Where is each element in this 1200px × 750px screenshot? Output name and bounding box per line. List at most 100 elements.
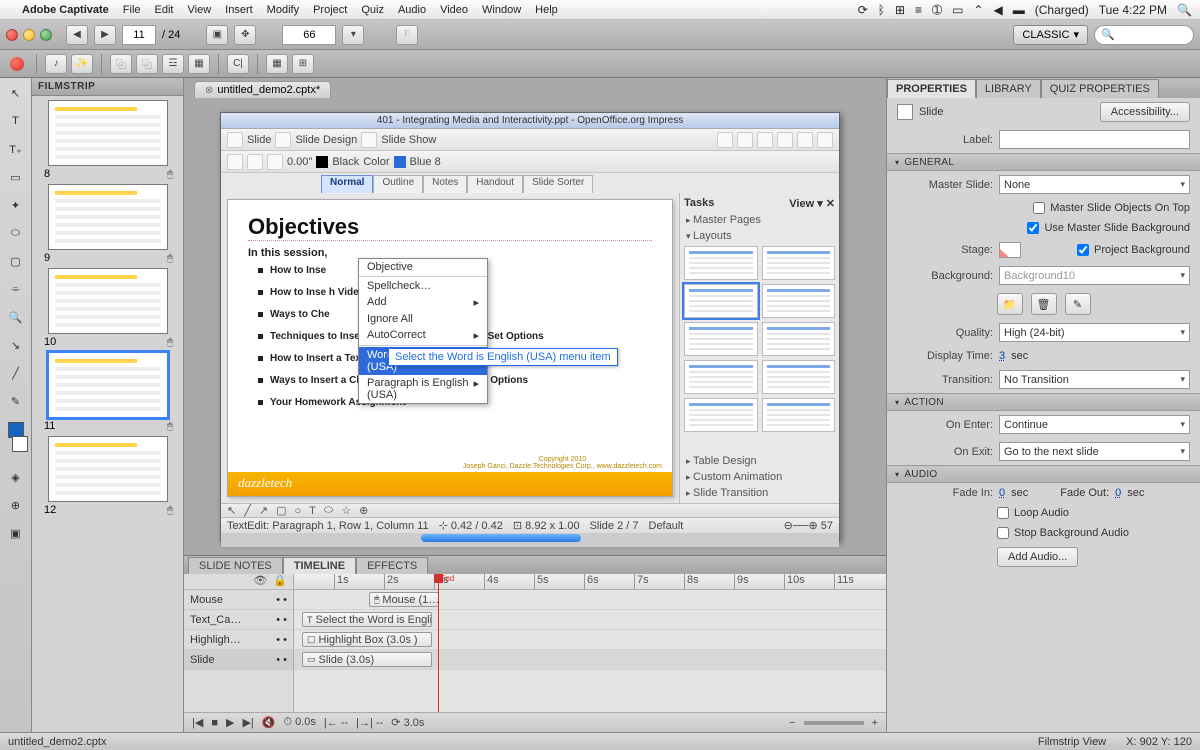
onenter-select[interactable]: Continue — [999, 415, 1190, 434]
impress-color-label[interactable]: Color — [363, 156, 389, 168]
menu-audio[interactable]: Audio — [398, 4, 426, 16]
chk-use-master-bg[interactable]: Use Master Slide Background — [1027, 222, 1190, 234]
section-action[interactable]: ACTION — [887, 393, 1200, 411]
impress-button[interactable] — [275, 132, 291, 148]
battery-icon[interactable]: ▬ — [1013, 3, 1025, 17]
slide-thumb[interactable]: 11🖱 — [36, 352, 179, 432]
ctx-ignore[interactable]: Ignore All — [359, 311, 487, 327]
impress-show-label[interactable]: Slide Show — [381, 134, 436, 146]
slide-thumb[interactable]: 8🖱 — [36, 100, 179, 180]
close-window-button[interactable] — [6, 29, 18, 41]
chk-loop-audio[interactable]: Loop Audio — [997, 507, 1069, 519]
impress-button[interactable] — [227, 154, 243, 170]
impress-button[interactable] — [817, 132, 833, 148]
menu-view[interactable]: View — [188, 4, 212, 16]
clip-textcaption[interactable]: T Select the Word is English … — [302, 612, 432, 627]
impress-hscroll[interactable] — [221, 533, 839, 547]
section-general[interactable]: GENERAL — [887, 153, 1200, 171]
menu-project[interactable]: Project — [313, 4, 347, 16]
tab-library[interactable]: LIBRARY — [976, 79, 1041, 98]
bluetooth-icon[interactable]: ᛒ — [878, 3, 885, 17]
task-slide-trans[interactable]: ▸ Slide Transition — [682, 485, 837, 501]
wifi-icon[interactable]: ⌃ — [973, 3, 983, 17]
fit-button[interactable]: ▣ — [206, 25, 228, 45]
task-master-pages[interactable]: ▸ Master Pages — [682, 212, 837, 228]
menu-modify[interactable]: Modify — [267, 4, 299, 16]
zoom-window-button[interactable] — [40, 29, 52, 41]
tab-timeline[interactable]: TIMELINE — [283, 557, 356, 574]
slide-thumb[interactable]: 9🖱 — [36, 184, 179, 264]
impress-black-label[interactable]: Black — [332, 156, 359, 168]
search-input[interactable]: 🔍 — [1094, 25, 1194, 45]
ctx-autocorrect[interactable]: AutoCorrect▸ — [359, 327, 487, 344]
zoom-out-button[interactable]: − — [789, 717, 795, 729]
timeline-area[interactable]: 1s 2s 3s 4s 5s 6s 7s 8s 9s 10s 11s 🖱 Mou… — [294, 574, 886, 712]
black-swatch-icon[interactable] — [316, 156, 328, 168]
display-icon[interactable]: ▭ — [952, 3, 963, 17]
layout-thumb[interactable] — [684, 398, 758, 432]
impress-button[interactable] — [247, 154, 263, 170]
close-tab-icon[interactable]: ⊗ — [205, 85, 213, 96]
layout-thumb[interactable] — [762, 360, 836, 394]
group-button[interactable]: ▦ — [188, 54, 210, 74]
impress-tab-notes[interactable]: Notes — [423, 175, 467, 193]
impress-tab-handout[interactable]: Handout — [467, 175, 523, 193]
visibility-icon[interactable]: 👁 — [253, 574, 267, 589]
impress-button[interactable] — [797, 132, 813, 148]
menu-insert[interactable]: Insert — [225, 4, 253, 16]
volume-icon[interactable]: ◀ — [994, 3, 1003, 17]
workspace-switcher[interactable]: CLASSIC▾ — [1013, 25, 1088, 45]
copy-button[interactable]: ⿻ — [110, 54, 132, 74]
impress-button[interactable] — [737, 132, 753, 148]
impress-button[interactable] — [777, 132, 793, 148]
next-slide-button[interactable]: ▶ — [94, 25, 116, 45]
menu-video[interactable]: Video — [440, 4, 468, 16]
impress-button[interactable] — [227, 132, 243, 148]
bg-delete-button[interactable]: 🗑 — [1031, 293, 1057, 315]
app-name[interactable]: Adobe Captivate — [22, 4, 109, 16]
impress-button[interactable] — [267, 154, 283, 170]
spaces-icon[interactable]: ⊞ — [895, 3, 905, 17]
menu-file[interactable]: File — [123, 4, 141, 16]
clock[interactable]: Tue 4:22 PM — [1099, 3, 1167, 17]
textentry-tool[interactable]: ⌯ — [5, 278, 27, 300]
tab-quiz[interactable]: QUIZ PROPERTIES — [1041, 79, 1159, 98]
menu-window[interactable]: Window — [482, 4, 521, 16]
stop-button[interactable]: ■ — [211, 717, 218, 729]
track-header[interactable]: Mouse• • — [184, 590, 293, 610]
impress-blue-label[interactable]: Blue 8 — [410, 156, 441, 168]
effects-button[interactable]: ✨ — [71, 54, 93, 74]
ffwd-button[interactable]: ▶| — [242, 716, 253, 729]
layout-thumb[interactable] — [684, 322, 758, 356]
video-tool[interactable]: ▭ — [5, 166, 27, 188]
impress-button[interactable] — [717, 132, 733, 148]
mute-button[interactable]: 🔇 — [262, 716, 276, 729]
stage-swatch[interactable] — [999, 242, 1021, 258]
clickbox-tool[interactable]: ▢ — [5, 250, 27, 272]
ctx-para-english[interactable]: Paragraph is English (USA)▸ — [359, 375, 487, 403]
ctx-spellcheck[interactable]: Spellcheck… — [359, 278, 487, 294]
task-layouts[interactable]: ▾ Layouts — [682, 228, 837, 244]
impress-slide-label[interactable]: Slide — [247, 134, 271, 146]
text-caption-tool[interactable]: T — [5, 110, 27, 132]
section-audio[interactable]: AUDIO — [887, 465, 1200, 483]
master-slide-select[interactable]: None — [999, 175, 1190, 194]
menu-extra-icon[interactable]: ≡ — [915, 3, 922, 17]
zoom-in-button[interactable]: + — [872, 717, 878, 729]
draw-tool[interactable]: ✎ — [5, 390, 27, 412]
blue-swatch-icon[interactable] — [394, 156, 406, 168]
highlight-tool[interactable]: ✦ — [5, 194, 27, 216]
tab-slide-notes[interactable]: SLIDE NOTES — [188, 557, 283, 574]
record-button[interactable] — [6, 54, 28, 74]
timemachine-icon[interactable]: ➀ — [932, 3, 942, 17]
track-header[interactable]: Slide• • — [184, 650, 293, 670]
layout-thumb[interactable] — [762, 284, 836, 318]
zoom-tool[interactable]: 🔍 — [5, 306, 27, 328]
paste-button[interactable]: ⿻ — [136, 54, 158, 74]
slide-canvas[interactable]: 401 - Integrating Media and Interactivit… — [220, 112, 840, 542]
layout-thumb[interactable] — [684, 360, 758, 394]
layout-thumb[interactable] — [684, 246, 758, 280]
animation-tool[interactable]: ◈ — [5, 466, 27, 488]
clip-highlight[interactable]: ▢ Highlight Box (3.0s ) — [302, 632, 432, 647]
task-view-button[interactable]: View — [789, 198, 814, 210]
